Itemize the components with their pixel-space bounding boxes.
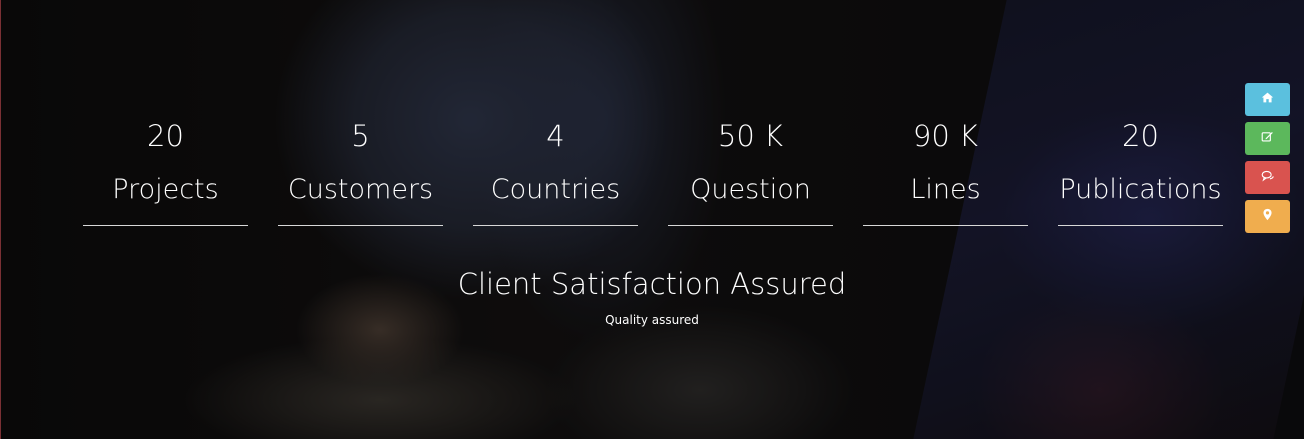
left-edge-line xyxy=(0,0,1,439)
location-button[interactable] xyxy=(1245,200,1290,233)
stat-label: Question xyxy=(690,174,811,205)
stat-label: Customers xyxy=(287,174,434,205)
side-nav xyxy=(1245,83,1290,239)
comments-icon xyxy=(1261,169,1274,186)
map-marker-icon xyxy=(1261,208,1274,225)
stat-number: 20 xyxy=(1122,119,1159,153)
stat-number: 4 xyxy=(546,119,565,153)
stat-countries: 4 Countries xyxy=(473,110,638,226)
stat-label: Projects xyxy=(112,174,219,205)
stat-label: Publications xyxy=(1059,174,1222,205)
stats-row: 20 Projects 5 Customers 4 Countries 50 K… xyxy=(83,110,1223,226)
stat-number: 50 K xyxy=(717,119,784,153)
stat-label: Lines xyxy=(910,174,981,205)
stat-question: 50 K Question xyxy=(668,110,833,226)
stat-number: 90 K xyxy=(912,119,979,153)
stat-lines: 90 K Lines xyxy=(863,110,1028,226)
home-button[interactable] xyxy=(1245,83,1290,116)
home-icon xyxy=(1261,91,1274,108)
stat-customers: 5 Customers xyxy=(278,110,443,226)
stat-publications: 20 Publications xyxy=(1058,110,1223,226)
section-subline: Quality assured xyxy=(605,313,699,327)
stat-number: 5 xyxy=(351,119,370,153)
stat-projects: 20 Projects xyxy=(83,110,248,226)
stat-number: 20 xyxy=(147,119,184,153)
edit-icon xyxy=(1261,130,1274,147)
comments-button[interactable] xyxy=(1245,161,1290,194)
edit-button[interactable] xyxy=(1245,122,1290,155)
stat-label: Countries xyxy=(490,174,621,205)
section-headline: Client Satisfaction Assured xyxy=(457,267,847,301)
stats-section: 20 Projects 5 Customers 4 Countries 50 K… xyxy=(0,0,1304,439)
